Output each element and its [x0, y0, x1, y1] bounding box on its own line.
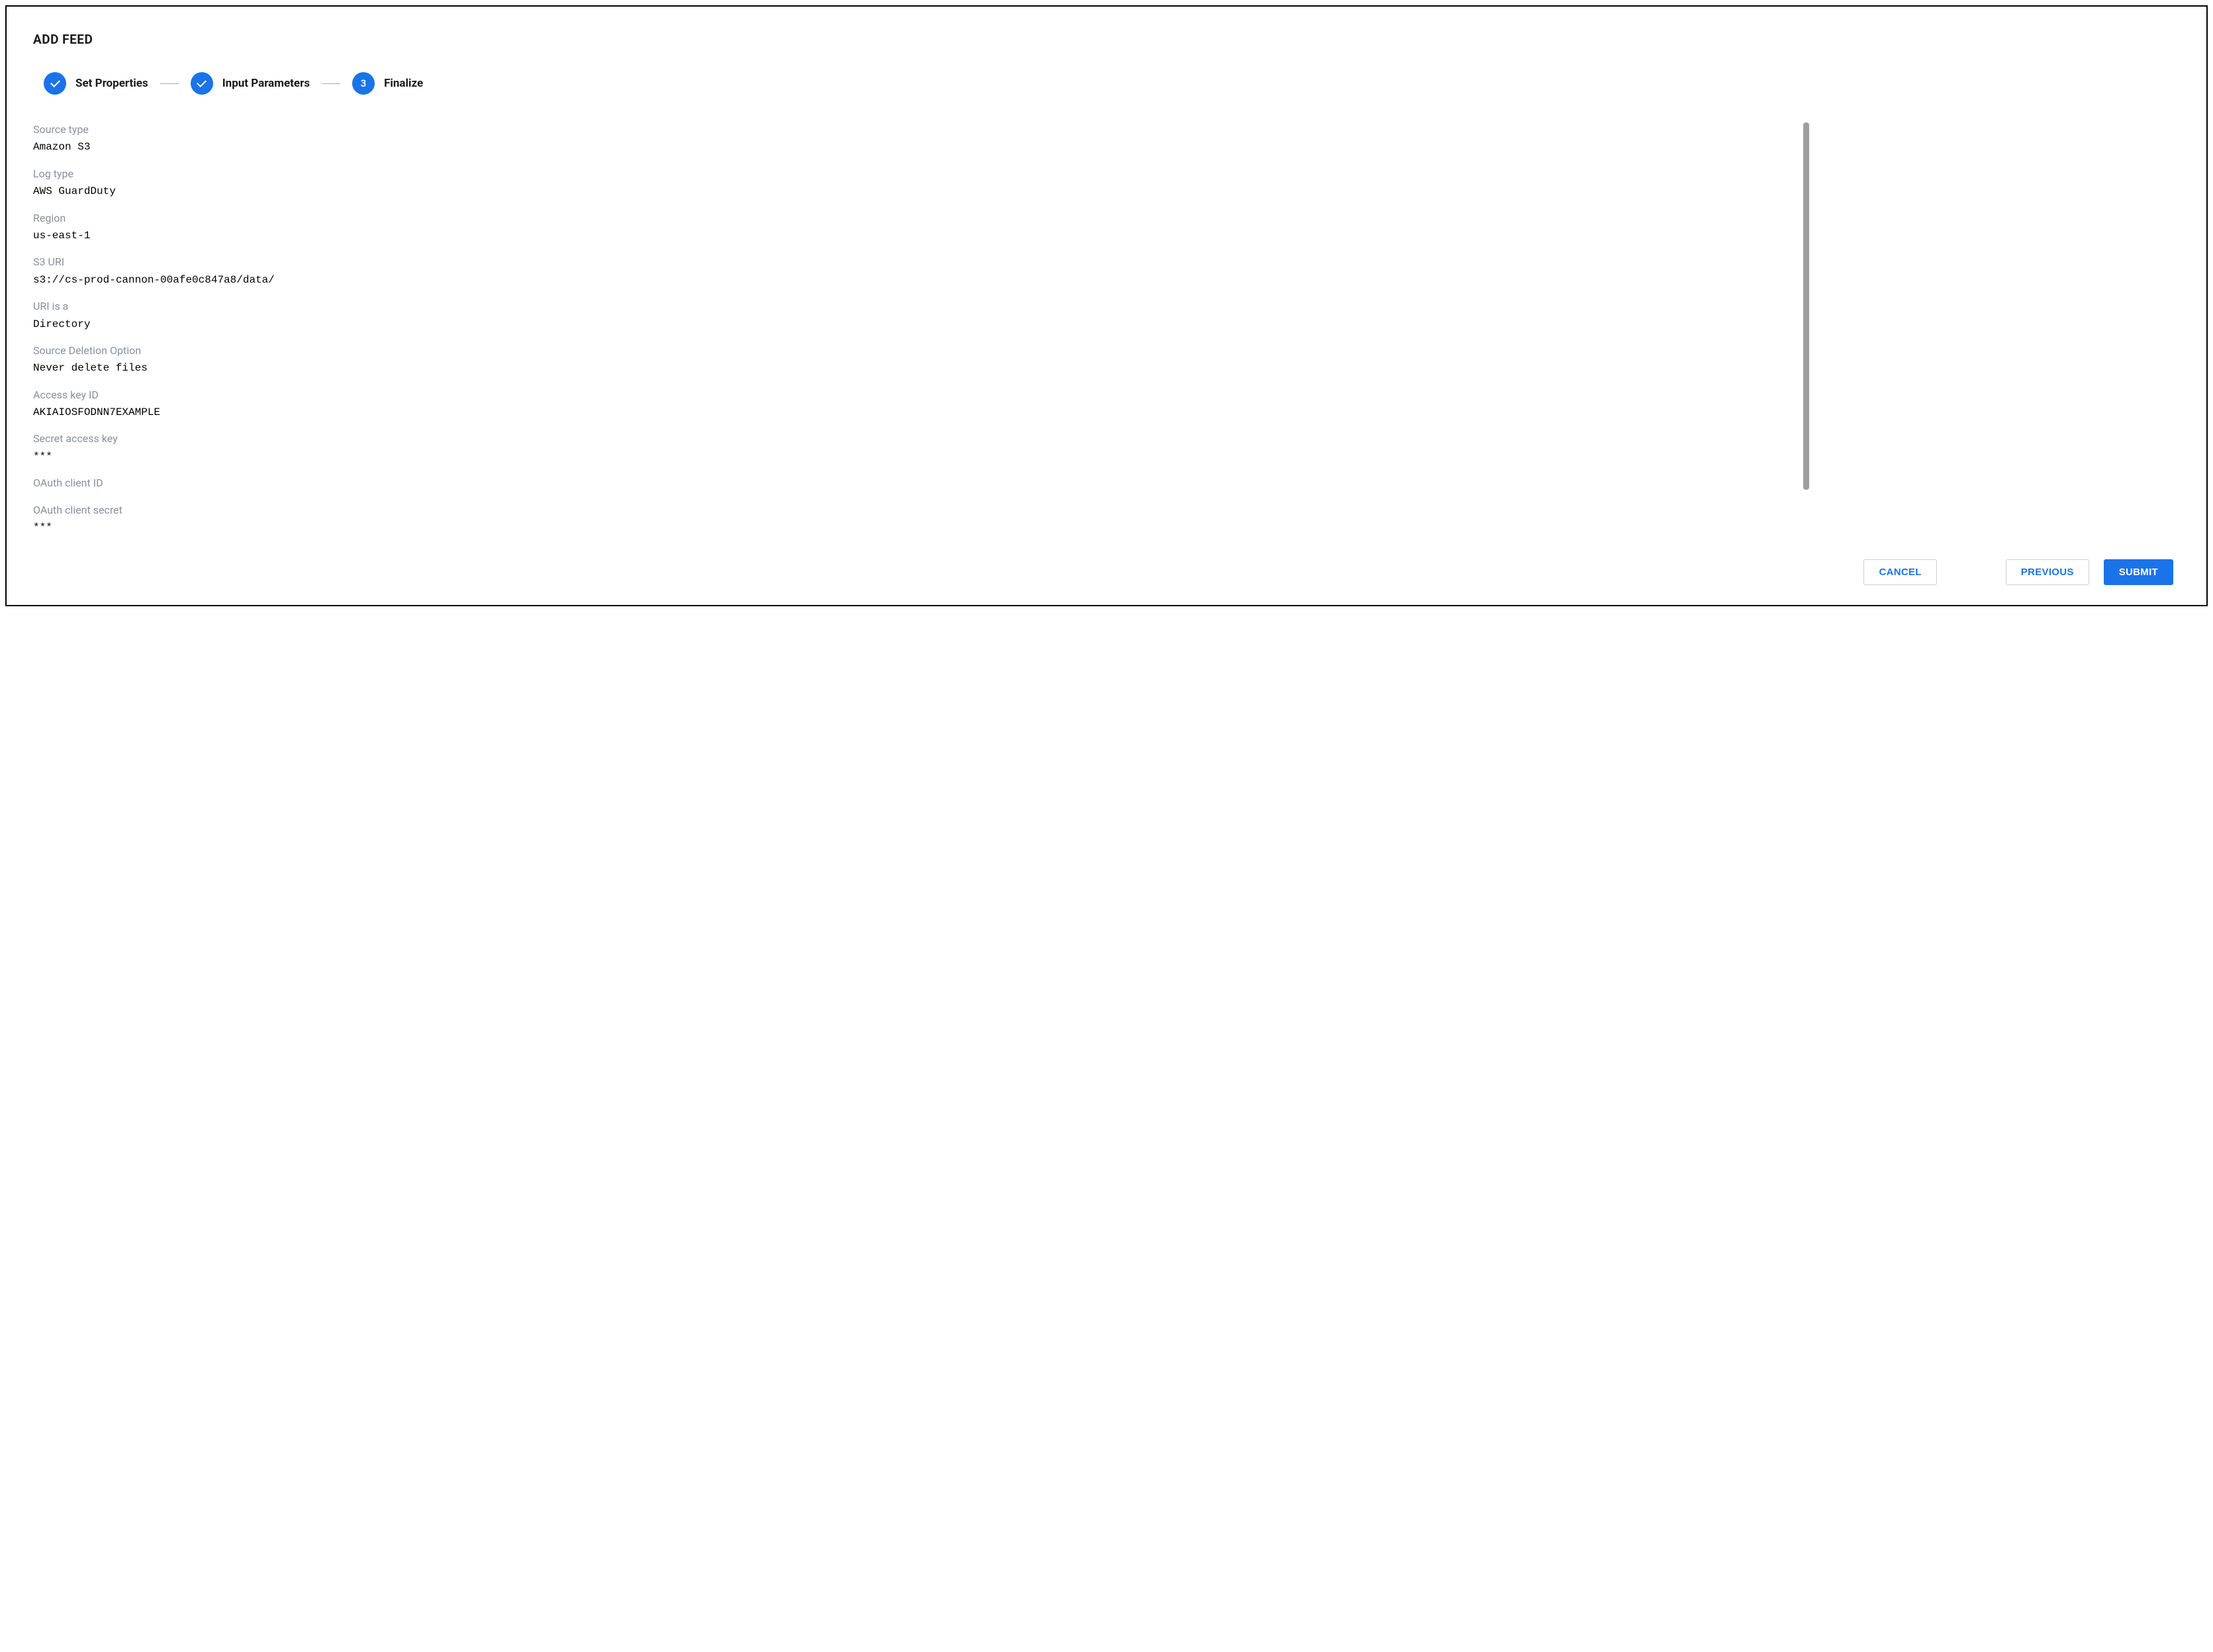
field-label: Secret access key: [33, 432, 470, 446]
step-connector: [160, 83, 179, 84]
step-number-icon: 3: [352, 72, 375, 95]
field-value: ***: [33, 520, 470, 535]
field-uri-is-a: URI is a Directory: [33, 299, 470, 332]
step-label: Set Properties: [75, 77, 148, 90]
scrollbar-thumb[interactable]: [1803, 122, 1809, 490]
modal-footer: CANCEL PREVIOUS SUBMIT: [33, 559, 2180, 585]
field-oauth-client-secret: OAuth client secret ***: [33, 503, 470, 535]
field-source-type: Source type Amazon S3: [33, 122, 470, 155]
field-s3-uri: S3 URI s3://cs-prod-cannon-00afe0c847a8/…: [33, 255, 470, 287]
wizard-stepper: Set Properties Input Parameters 3 Finali…: [33, 72, 2180, 95]
field-label: Source type: [33, 122, 470, 137]
field-value: Never delete files: [33, 361, 470, 375]
field-label: URI is a: [33, 299, 470, 314]
step-label: Finalize: [384, 77, 423, 90]
field-label: Access key ID: [33, 388, 470, 402]
summary-scroll[interactable]: Source type Amazon S3 Log type AWS Guard…: [33, 122, 470, 539]
field-secret-access-key: Secret access key ***: [33, 432, 470, 464]
step-input-parameters[interactable]: Input Parameters: [191, 72, 310, 95]
cancel-button[interactable]: CANCEL: [1863, 559, 1936, 585]
field-region: Region us-east-1: [33, 211, 470, 244]
check-icon: [191, 72, 213, 95]
field-label: Log type: [33, 167, 470, 181]
field-value: Directory: [33, 317, 470, 332]
step-finalize[interactable]: 3 Finalize: [352, 72, 423, 95]
field-label: OAuth client ID: [33, 476, 470, 490]
field-label: Source Deletion Option: [33, 344, 470, 358]
field-label: Region: [33, 211, 470, 226]
field-access-key-id: Access key ID AKIAIOSFODNN7EXAMPLE: [33, 388, 470, 420]
field-value: ***: [33, 449, 470, 464]
field-value: s3://cs-prod-cannon-00afe0c847a8/data/: [33, 273, 470, 287]
field-value: us-east-1: [33, 228, 470, 243]
field-oauth-client-id: OAuth client ID: [33, 476, 470, 490]
modal-title: ADD FEED: [33, 32, 2180, 47]
check-icon: [44, 72, 66, 95]
field-label: OAuth client secret: [33, 503, 470, 518]
scrollbar-track[interactable]: [1803, 122, 1809, 533]
finalize-summary: Source type Amazon S3 Log type AWS Guard…: [33, 122, 2180, 539]
step-label: Input Parameters: [222, 77, 310, 90]
step-connector: [322, 83, 340, 84]
add-feed-modal: ADD FEED Set Properties Input Parameters…: [5, 5, 2208, 606]
field-source-deletion-option: Source Deletion Option Never delete file…: [33, 344, 470, 376]
field-label: S3 URI: [33, 255, 470, 269]
field-value: Amazon S3: [33, 140, 470, 154]
field-value: AKIAIOSFODNN7EXAMPLE: [33, 405, 470, 420]
submit-button[interactable]: SUBMIT: [2104, 559, 2173, 585]
previous-button[interactable]: PREVIOUS: [2006, 559, 2089, 585]
field-log-type: Log type AWS GuardDuty: [33, 167, 470, 199]
field-value: AWS GuardDuty: [33, 184, 470, 199]
step-set-properties[interactable]: Set Properties: [44, 72, 148, 95]
